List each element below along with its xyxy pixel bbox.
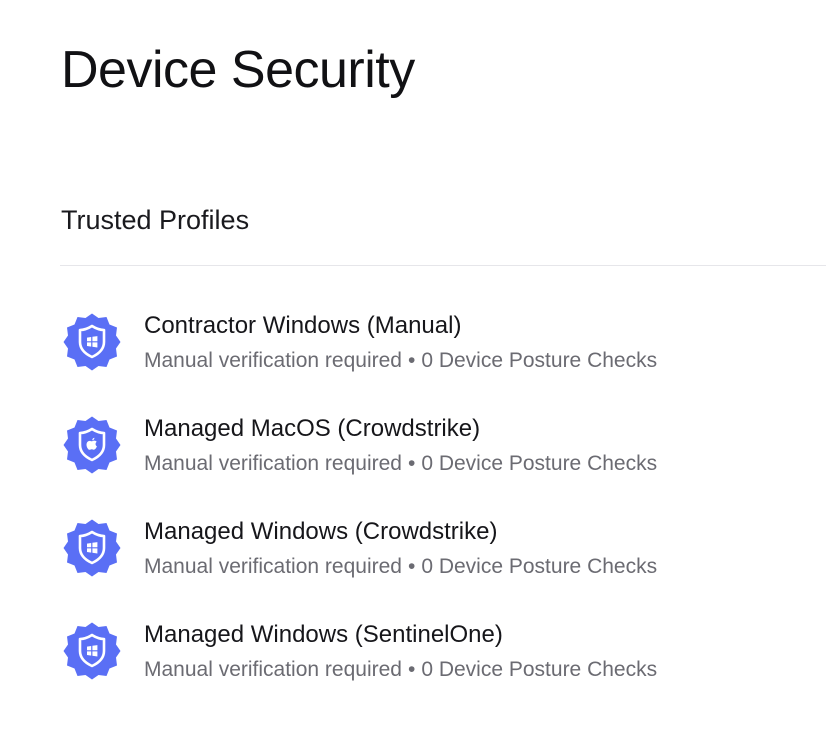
posture-checks-count: 0 Device Posture Checks: [421, 452, 658, 475]
profile-item-managed-windows-crowdstrike[interactable]: Managed Windows (Crowdstrike) Manual ver…: [59, 515, 826, 618]
profile-name: Managed Windows (Crowdstrike): [144, 518, 498, 545]
profile-item-contractor-windows-manual[interactable]: Contractor Windows (Manual) Manual verif…: [59, 309, 826, 412]
verification-status: Manual verification required: [144, 555, 402, 578]
apple-shield-badge-icon: [59, 412, 125, 478]
section-divider: [60, 265, 826, 266]
meta-separator: •: [407, 555, 416, 578]
profile-meta: Manual verification required • 0 Device Po…: [144, 450, 657, 478]
profile-meta: Manual verification required • 0 Device Po…: [144, 347, 657, 375]
meta-separator: •: [407, 658, 416, 681]
profile-name: Managed Windows (SentinelOne): [144, 621, 503, 648]
posture-checks-count: 0 Device Posture Checks: [421, 658, 658, 681]
posture-checks-count: 0 Device Posture Checks: [421, 349, 658, 372]
verification-status: Manual verification required: [144, 658, 402, 681]
meta-separator: •: [407, 452, 416, 475]
profile-meta: Manual verification required • 0 Device Po…: [144, 553, 657, 581]
profile-meta: Manual verification required • 0 Device Po…: [144, 656, 657, 684]
windows-shield-badge-icon: [59, 515, 125, 581]
trusted-profiles-heading: Trusted Profiles: [61, 205, 250, 235]
profile-item-managed-windows-sentinelone[interactable]: Managed Windows (SentinelOne) Manual ver…: [59, 618, 826, 721]
page-title: Device Security: [61, 41, 415, 99]
profile-name: Managed MacOS (Crowdstrike): [144, 415, 481, 442]
meta-separator: •: [407, 349, 416, 372]
windows-shield-badge-icon: [59, 618, 125, 684]
profile-item-managed-macos-crowdstrike[interactable]: Managed MacOS (Crowdstrike) Manual verif…: [59, 412, 826, 515]
verification-status: Manual verification required: [144, 452, 402, 475]
windows-shield-badge-icon: [59, 309, 125, 375]
profile-name: Contractor Windows (Manual): [144, 312, 462, 339]
verification-status: Manual verification required: [144, 349, 402, 372]
trusted-profiles-list: Contractor Windows (Manual) Manual verif…: [59, 309, 826, 721]
posture-checks-count: 0 Device Posture Checks: [421, 555, 658, 578]
